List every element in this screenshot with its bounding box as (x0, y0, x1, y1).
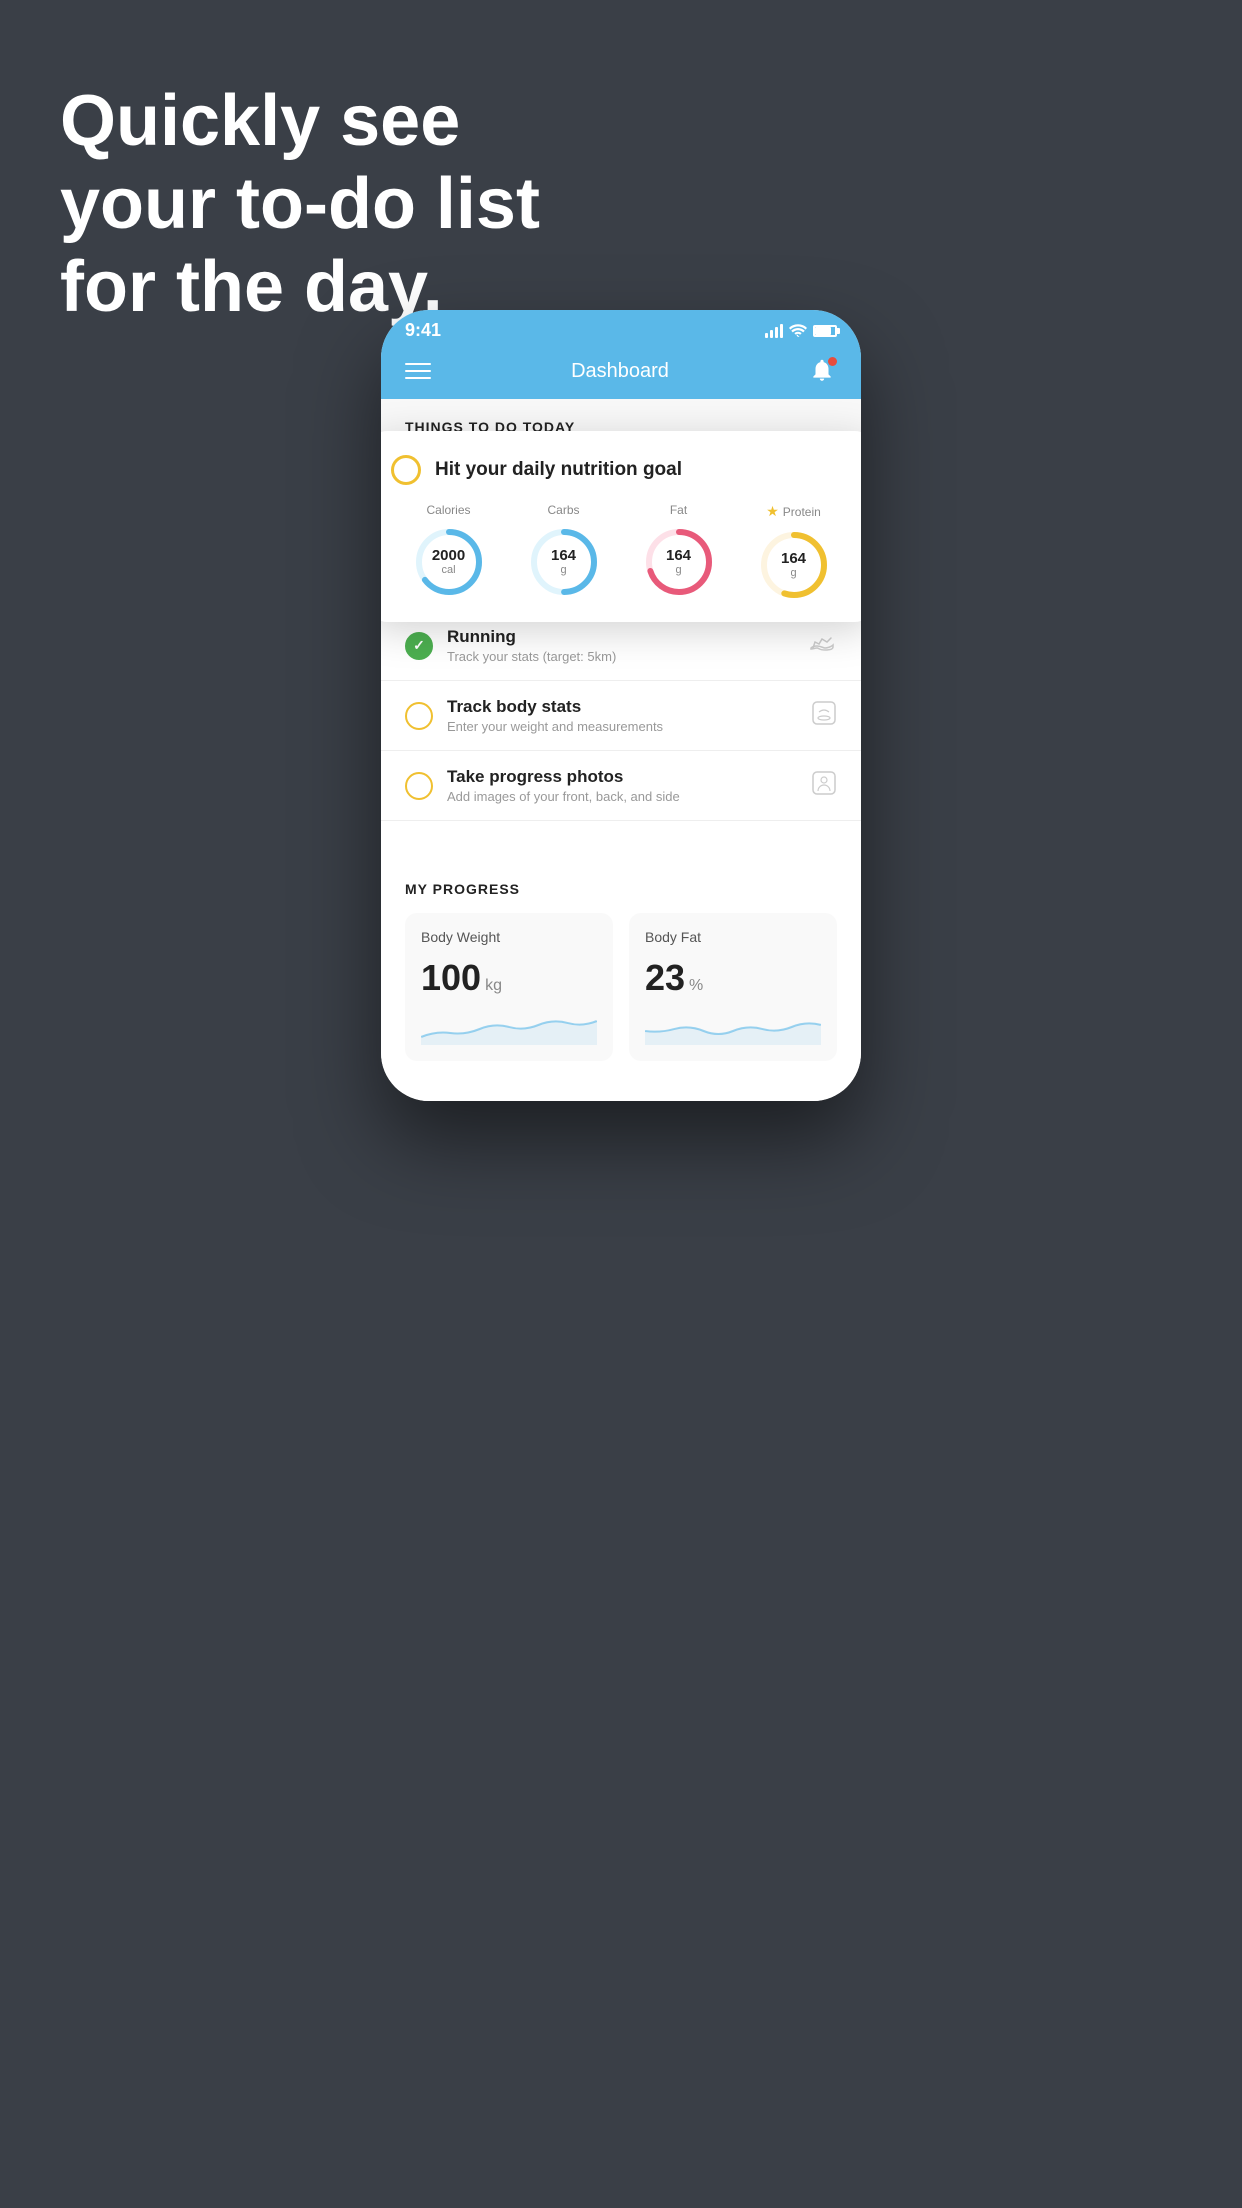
nutrition-card-title: Hit your daily nutrition goal (435, 459, 682, 481)
running-title: Running (447, 627, 795, 647)
todo-item-body-stats[interactable]: Track body stats Enter your weight and m… (381, 681, 861, 751)
shoe-icon (809, 632, 837, 660)
protein-label: ★ Protein (766, 503, 821, 520)
fat-value: 164 (666, 548, 691, 565)
body-weight-sparkline (421, 1009, 597, 1045)
progress-cards: Body Weight 100 kg Body Fat (405, 913, 837, 1061)
bell-icon[interactable] (809, 357, 837, 385)
body-stats-checkbox[interactable] (405, 702, 433, 730)
carbs-value: 164 (551, 548, 576, 565)
progress-photos-title: Take progress photos (447, 767, 797, 787)
person-icon (811, 770, 837, 802)
battery-icon (813, 325, 837, 337)
body-stats-title: Track body stats (447, 697, 797, 717)
protein-circle: 164 g (757, 528, 831, 602)
calories-unit: cal (432, 564, 465, 576)
progress-photos-subtitle: Add images of your front, back, and side (447, 789, 797, 804)
status-bar: 9:41 (381, 310, 861, 347)
body-weight-value: 100 kg (421, 957, 597, 999)
fat-item: Fat 164 g (642, 503, 716, 599)
carbs-unit: g (551, 564, 576, 576)
calories-item: Calories 2000 cal (412, 503, 486, 599)
star-icon: ★ (766, 503, 779, 520)
progress-photos-checkbox[interactable] (405, 772, 433, 800)
signal-icon (765, 324, 783, 338)
running-subtitle: Track your stats (target: 5km) (447, 649, 795, 664)
protein-value: 164 (781, 551, 806, 568)
progress-section-title: MY PROGRESS (405, 881, 837, 897)
hero-heading: Quickly see your to-do list for the day. (60, 80, 540, 328)
body-fat-value: 23 % (645, 957, 821, 999)
status-time: 9:41 (405, 320, 441, 341)
body-stats-subtitle: Enter your weight and measurements (447, 719, 797, 734)
body-fat-title: Body Fat (645, 929, 821, 945)
protein-unit: g (781, 567, 806, 579)
menu-icon[interactable] (405, 363, 431, 379)
status-icons (765, 324, 837, 338)
bell-notification-dot (828, 357, 837, 366)
body-weight-title: Body Weight (421, 929, 597, 945)
nutrition-row: Calories 2000 cal (391, 503, 851, 602)
phone-mockup: 9:41 (381, 310, 861, 1101)
body-fat-unit: % (689, 977, 703, 995)
body-fat-sparkline (645, 1009, 821, 1045)
progress-section: MY PROGRESS Body Weight 100 kg (381, 851, 861, 1081)
calories-circle: 2000 cal (412, 525, 486, 599)
nav-bar: Dashboard (381, 347, 861, 399)
carbs-item: Carbs 164 g (527, 503, 601, 599)
wifi-icon (789, 324, 807, 338)
scale-icon (811, 700, 837, 732)
carbs-label: Carbs (547, 503, 579, 517)
calories-value: 2000 (432, 548, 465, 565)
nav-title: Dashboard (571, 360, 669, 383)
nutrition-card: Hit your daily nutrition goal Calories 2 (381, 431, 861, 622)
body-weight-card[interactable]: Body Weight 100 kg (405, 913, 613, 1061)
fat-circle: 164 g (642, 525, 716, 599)
todo-section: Hit your daily nutrition goal Calories 2 (381, 451, 861, 821)
carbs-circle: 164 g (527, 525, 601, 599)
protein-item: ★ Protein 164 g (757, 503, 831, 602)
running-checkbox[interactable] (405, 632, 433, 660)
todo-item-progress-photos[interactable]: Take progress photos Add images of your … (381, 751, 861, 821)
spacer (381, 821, 861, 851)
fat-unit: g (666, 564, 691, 576)
body-weight-unit: kg (485, 977, 502, 995)
nutrition-radio[interactable] (391, 455, 421, 485)
body-fat-card[interactable]: Body Fat 23 % (629, 913, 837, 1061)
bottom-padding (381, 1081, 861, 1101)
fat-label: Fat (670, 503, 687, 517)
calories-label: Calories (426, 503, 470, 517)
